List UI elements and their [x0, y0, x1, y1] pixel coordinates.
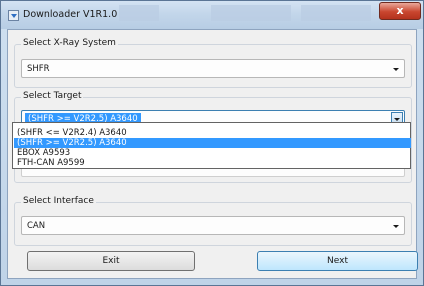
- target-dropdown-list[interactable]: (SHFR <= V2R2.4) A3640 (SHFR >= V2R2.5) …: [12, 122, 411, 169]
- title-bar[interactable]: Downloader V1R1.0 x: [1, 1, 423, 29]
- chevron-down-icon: [393, 68, 399, 71]
- target-label: Select Target: [21, 91, 84, 101]
- title-decoration: [119, 5, 159, 21]
- chevron-down-icon: [393, 225, 399, 228]
- title-decoration: [211, 5, 291, 21]
- interface-select[interactable]: CAN: [21, 216, 405, 235]
- downloader-window: Downloader V1R1.0 x Select X-Ray System …: [0, 0, 424, 286]
- xray-system-value: SHFR: [27, 64, 50, 74]
- exit-button[interactable]: Exit: [27, 251, 195, 271]
- dropdown-option[interactable]: FTH-CAN A9599: [14, 158, 411, 168]
- window-title: Downloader V1R1.0: [23, 9, 118, 20]
- interface-group: Select Interface CAN: [14, 196, 412, 246]
- next-button[interactable]: Next: [257, 251, 418, 271]
- interface-value: CAN: [27, 221, 46, 231]
- dropdown-option[interactable]: EBOX A9593: [14, 148, 411, 158]
- interface-label: Select Interface: [21, 196, 96, 206]
- title-decoration: [301, 5, 371, 21]
- dropdown-option-selected[interactable]: (SHFR >= V2R2.5) A3640: [14, 138, 411, 148]
- xray-system-select[interactable]: SHFR: [21, 59, 405, 78]
- dropdown-option[interactable]: (SHFR <= V2R2.4) A3640: [14, 128, 411, 138]
- xray-system-group: Select X-Ray System SHFR: [14, 38, 412, 88]
- download-icon: [8, 10, 19, 21]
- xray-system-label: Select X-Ray System: [21, 38, 118, 48]
- close-button[interactable]: x: [379, 2, 421, 20]
